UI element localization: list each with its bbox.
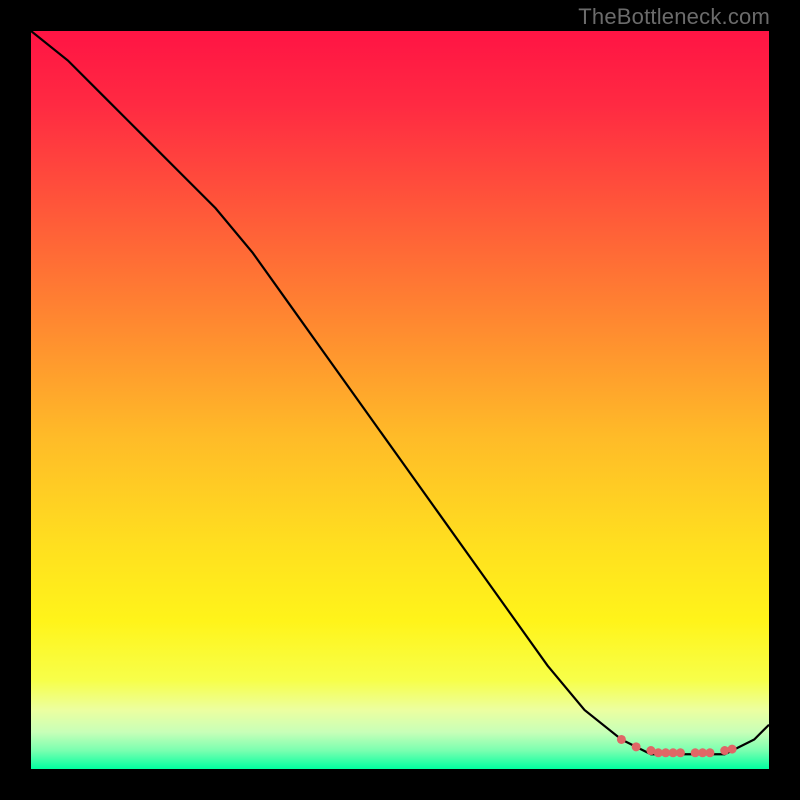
watermark-text: TheBottleneck.com [578, 4, 770, 30]
gradient-background [31, 31, 769, 769]
plot-area [31, 31, 769, 769]
data-marker [617, 735, 626, 744]
data-marker [676, 748, 685, 757]
data-marker [705, 748, 714, 757]
data-marker [728, 745, 737, 754]
data-marker [632, 742, 641, 751]
chart-frame: TheBottleneck.com [0, 0, 800, 800]
chart-svg [31, 31, 769, 769]
